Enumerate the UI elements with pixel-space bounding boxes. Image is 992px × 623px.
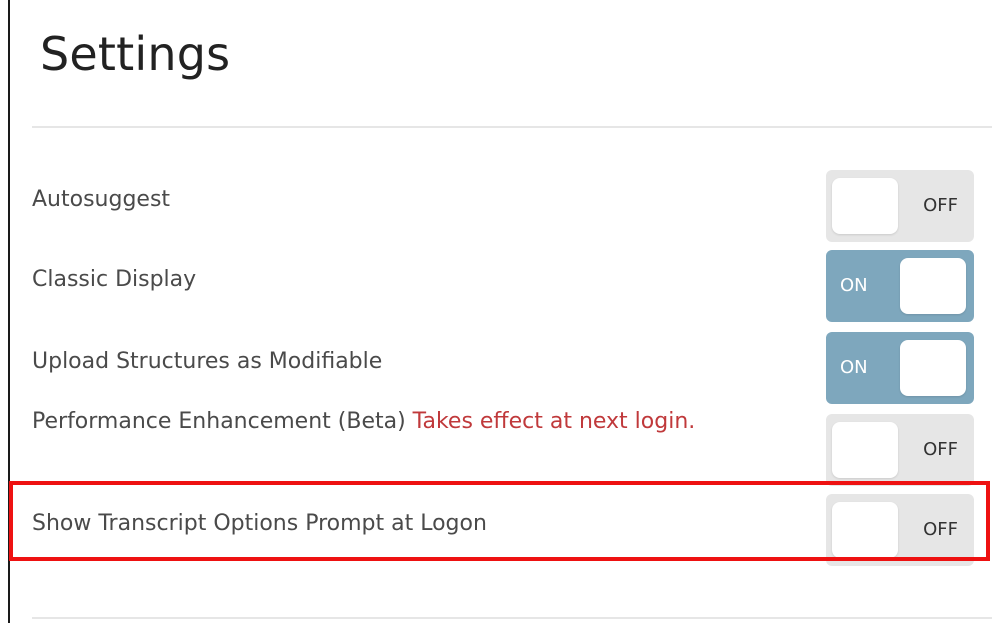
panel-left-border xyxy=(8,0,10,623)
setting-label: Autosuggest xyxy=(32,182,792,218)
setting-label-text: Performance Enhancement (Beta) xyxy=(32,409,413,434)
setting-label: Upload Structures as Modifiable xyxy=(32,344,792,380)
setting-label-text: Classic Display xyxy=(32,267,197,292)
title-divider xyxy=(32,126,992,128)
setting-row-upload-structures: Upload Structures as Modifiable ON xyxy=(32,332,992,404)
toggle-knob xyxy=(832,422,898,478)
setting-label-text: Upload Structures as Modifiable xyxy=(32,349,383,374)
settings-panel: Settings Autosuggest OFF Classic Display… xyxy=(0,0,992,623)
setting-label: Show Transcript Options Prompt at Logon xyxy=(32,506,792,542)
upload-structures-toggle[interactable]: ON xyxy=(826,332,974,404)
setting-label: Classic Display xyxy=(32,262,792,298)
setting-note: Takes effect at next login. xyxy=(412,409,696,434)
setting-label: Performance Enhancement (Beta) Takes eff… xyxy=(32,404,772,440)
page-title: Settings xyxy=(40,27,231,81)
bottom-divider xyxy=(32,617,992,619)
autosuggest-toggle[interactable]: OFF xyxy=(826,170,974,242)
setting-row-performance-enhancement: Performance Enhancement (Beta) Takes eff… xyxy=(32,409,992,486)
toggle-knob xyxy=(900,340,966,396)
setting-label-text: Show Transcript Options Prompt at Logon xyxy=(32,511,487,536)
toggle-state-label: ON xyxy=(840,357,868,378)
toggle-state-label: ON xyxy=(840,275,868,296)
setting-row-autosuggest: Autosuggest OFF xyxy=(32,170,992,242)
toggle-knob xyxy=(832,502,898,558)
performance-enhancement-toggle[interactable]: OFF xyxy=(826,414,974,486)
show-transcript-options-toggle[interactable]: OFF xyxy=(826,494,974,566)
toggle-state-label: OFF xyxy=(923,519,958,540)
setting-label-text: Autosuggest xyxy=(32,187,171,212)
toggle-knob xyxy=(900,258,966,314)
toggle-knob xyxy=(832,178,898,234)
toggle-state-label: OFF xyxy=(923,439,958,460)
setting-row-classic-display: Classic Display ON xyxy=(32,250,992,322)
classic-display-toggle[interactable]: ON xyxy=(826,250,974,322)
toggle-state-label: OFF xyxy=(923,195,958,216)
setting-row-show-transcript-options: Show Transcript Options Prompt at Logon … xyxy=(32,494,992,566)
